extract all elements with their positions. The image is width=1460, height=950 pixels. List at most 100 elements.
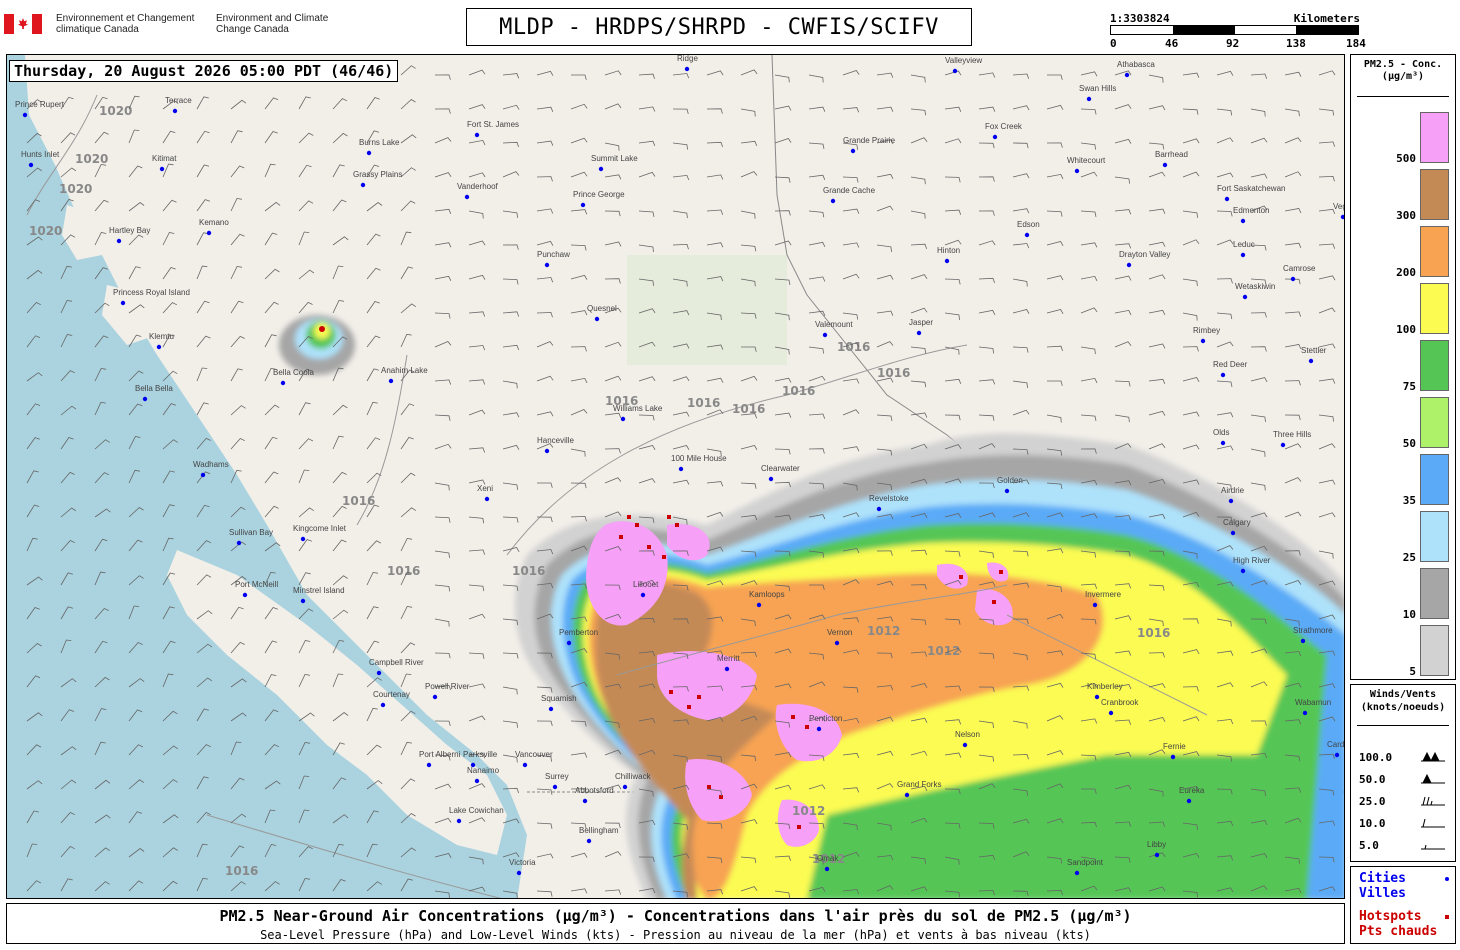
- city-label: Victoria: [509, 858, 536, 867]
- city-dot: [1242, 294, 1248, 300]
- city-dot: [1280, 442, 1286, 448]
- city-label: Rimbey: [1193, 326, 1220, 335]
- city-label: Sandpoint: [1067, 858, 1104, 867]
- isobar-label: 1020: [59, 182, 92, 196]
- city-dot: [464, 194, 470, 200]
- legend-swatch: [1420, 625, 1449, 676]
- city-label: Eureka: [1179, 786, 1205, 795]
- isobar-label: 1016: [837, 340, 870, 354]
- legend-swatch: [1420, 397, 1449, 448]
- city-label: Port McNeill: [235, 580, 278, 589]
- isobar-label: 1020: [75, 152, 108, 166]
- city-dot: [586, 838, 592, 844]
- city-label: Valleyview: [945, 56, 982, 65]
- city-label: Terrace: [165, 96, 192, 105]
- city-label: Fernie: [1163, 742, 1186, 751]
- city-dot: [388, 378, 394, 384]
- city-label: Invermere: [1085, 590, 1122, 599]
- city-label: Xeni: [477, 484, 493, 493]
- city-dot: [830, 198, 836, 204]
- legend-swatch: [1420, 169, 1449, 220]
- city-label: Olds: [1213, 428, 1229, 437]
- city-label: Courtenay: [373, 690, 410, 699]
- city-label: Summit Lake: [591, 154, 638, 163]
- city-label: Princess Royal Island: [113, 288, 190, 297]
- city-dot: [360, 182, 366, 188]
- city-label: Kimberley: [1087, 682, 1123, 691]
- city-label: Campbell River: [369, 658, 424, 667]
- city-label: Kamloops: [749, 590, 785, 599]
- city-label: Whitecourt: [1067, 156, 1106, 165]
- city-dot: [580, 202, 586, 208]
- city-label: Bella Bella: [135, 384, 173, 393]
- city-label: Surrey: [545, 772, 569, 781]
- city-label: Cranbrook: [1101, 698, 1139, 707]
- legend-swatch-label: 200: [1396, 266, 1416, 279]
- eccc-logo: Environnement et Changement climatique C…: [4, 12, 344, 42]
- city-dot: [142, 396, 148, 402]
- city-dot: [426, 762, 432, 768]
- city-dot: [1240, 568, 1246, 574]
- hotspots-label: Hotspots: [1359, 909, 1422, 924]
- city-label: Nanaimo: [467, 766, 500, 775]
- city-dot: [876, 506, 882, 512]
- city-label: Grand Forks: [897, 780, 941, 789]
- city-dot: [1004, 488, 1010, 494]
- legend-swatch-label: 75: [1402, 380, 1416, 393]
- city-label: Barrhead: [1155, 150, 1188, 159]
- city-label: Abbotsford: [575, 786, 614, 795]
- city-label: Edmonton: [1233, 206, 1269, 215]
- pts-chauds-label: Pts chauds: [1359, 924, 1438, 939]
- isobar-label: 1012: [792, 804, 825, 818]
- wind-speed-label: 25.0: [1359, 795, 1386, 808]
- city-dot: [552, 784, 558, 790]
- city-dot: [1154, 852, 1160, 858]
- city-label: Hartley Bay: [109, 226, 150, 235]
- city-label: 100 Mile House: [671, 454, 727, 463]
- city-dot: [1240, 218, 1246, 224]
- isobar-label: 1016: [1137, 626, 1170, 640]
- legend-swatch: [1420, 454, 1449, 505]
- scale-tick: 92: [1226, 37, 1240, 50]
- legend-swatch-label: 25: [1402, 551, 1416, 564]
- city-label: Stettler: [1301, 346, 1327, 355]
- city-label: Strathmore: [1293, 626, 1333, 635]
- city-label: Wetaskiwin: [1235, 282, 1275, 291]
- city-label: Port Alberni: [419, 750, 461, 759]
- isobar-label: 1012: [927, 644, 960, 658]
- legend-swatch: [1420, 283, 1449, 334]
- city-label: Punchaw: [537, 250, 570, 259]
- wind-barb-icons: [1421, 751, 1445, 850]
- city-label: Ridge: [677, 55, 698, 63]
- city-label: Fort Saskatchewan: [1217, 184, 1285, 193]
- city-dot: [366, 150, 372, 156]
- legend-swatch-label: 100: [1396, 323, 1416, 336]
- city-dot: [1300, 638, 1306, 644]
- city-dot: [1108, 710, 1114, 716]
- city-dot: [1302, 710, 1308, 716]
- city-label: Quesnel: [587, 304, 617, 313]
- city-dot: [1240, 252, 1246, 258]
- city-dot: [1230, 530, 1236, 536]
- forecast-map[interactable]: 1020 1020 1020 1020 1016 1016 1016 1016 …: [6, 54, 1345, 899]
- city-dot: [944, 258, 950, 264]
- city-dot: [1094, 694, 1100, 700]
- agency-name-fr: Environnement et Changement climatique C…: [56, 13, 195, 35]
- city-dot: [116, 238, 122, 244]
- city-label: Lake Cowichan: [449, 806, 504, 815]
- city-label: Burns Lake: [359, 138, 400, 147]
- city-dot: [1200, 338, 1206, 344]
- city-label: Three Hills: [1273, 430, 1311, 439]
- city-label: Calgary: [1223, 518, 1251, 527]
- city-dot: [598, 166, 604, 172]
- city-label: Grassy Plains: [353, 170, 402, 179]
- scale-tick: 0: [1110, 37, 1117, 50]
- city-dot: [1126, 262, 1132, 268]
- city-label: Camrose: [1283, 264, 1316, 273]
- city-dot: [816, 726, 822, 732]
- isobar-label: 1016: [512, 564, 545, 578]
- city-label: Klemtu: [149, 332, 174, 341]
- city-dot: [1124, 72, 1130, 78]
- map-canvas[interactable]: 1020 1020 1020 1020 1016 1016 1016 1016 …: [7, 55, 1345, 899]
- city-label: Cardston: [1327, 740, 1345, 749]
